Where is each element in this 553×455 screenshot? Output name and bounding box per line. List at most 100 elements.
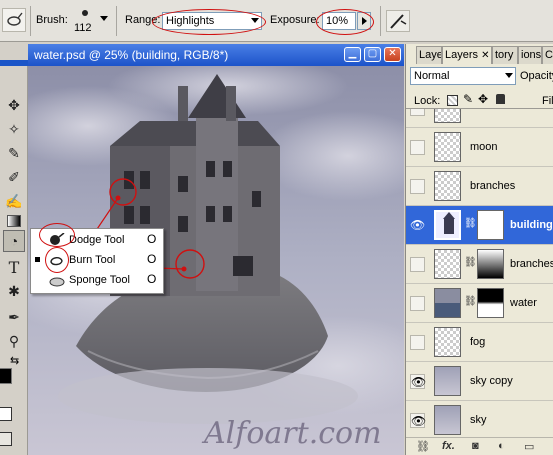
selected-marker bbox=[35, 257, 40, 262]
gradient-tool-icon[interactable] bbox=[3, 210, 25, 232]
eye-icon[interactable]: 👁 bbox=[410, 374, 426, 389]
tab-actions[interactable]: ions bbox=[518, 46, 542, 64]
quick-mask-icon[interactable] bbox=[0, 407, 12, 421]
document-titlebar: water.psd @ 25% (building, RGB/8*) ▁ ▢ ✕ bbox=[28, 44, 404, 66]
annotation-ellipse bbox=[45, 247, 69, 273]
airbrush-icon[interactable] bbox=[386, 10, 410, 32]
eyedropper-icon[interactable]: ✒ bbox=[3, 306, 25, 328]
history-brush-icon[interactable]: ✍ bbox=[3, 190, 25, 212]
layer-thumbnail bbox=[434, 366, 461, 396]
layers-list: moon branches 👁 ⛓ building ⛓ branches ⛓ … bbox=[406, 108, 553, 437]
flyout-label: Dodge Tool bbox=[69, 234, 125, 246]
eye-icon[interactable]: 👁 bbox=[410, 413, 426, 428]
tool-preset-icon[interactable] bbox=[2, 8, 26, 32]
type-tool-icon[interactable]: T bbox=[3, 256, 25, 278]
layer-mask-thumbnail[interactable] bbox=[477, 210, 504, 240]
mask-icon[interactable]: ◙ bbox=[472, 440, 479, 452]
layer-thumbnail bbox=[434, 249, 461, 279]
layer-name: fog bbox=[470, 336, 486, 348]
layer-mask-thumbnail[interactable] bbox=[477, 288, 504, 318]
tools-panel: ✥ ✧ ✎ ✐ ✍ ◔ T ✱ ✒ ⚲ ⇆ bbox=[0, 60, 28, 455]
layer-thumbnail bbox=[434, 171, 461, 201]
layer-row[interactable]: 👁 sky copy bbox=[406, 362, 553, 401]
flyout-shortcut: O bbox=[147, 232, 157, 246]
visibility-toggle[interactable] bbox=[410, 109, 425, 116]
annotation-ellipse bbox=[39, 223, 75, 247]
flyout-label: Sponge Tool bbox=[69, 274, 130, 286]
layer-thumbnail bbox=[434, 132, 461, 162]
foreground-color-swatch[interactable] bbox=[0, 368, 12, 384]
layer-thumbnail bbox=[434, 327, 461, 357]
layer-row[interactable]: branches bbox=[406, 167, 553, 206]
layer-row[interactable]: ⛓ branches bbox=[406, 245, 553, 284]
close-icon[interactable]: ✕ bbox=[481, 50, 489, 61]
close-button[interactable]: ✕ bbox=[384, 47, 401, 62]
layer-name: sky copy bbox=[470, 375, 513, 387]
link-icon[interactable]: ⛓ bbox=[416, 440, 430, 453]
document-title: water.psd @ 25% (building, RGB/8*) bbox=[34, 48, 229, 62]
fx-icon[interactable]: fx. bbox=[442, 440, 455, 452]
layer-row[interactable]: moon bbox=[406, 128, 553, 167]
visibility-toggle[interactable] bbox=[410, 140, 425, 155]
layer-row[interactable]: fog bbox=[406, 323, 553, 362]
link-icon[interactable]: ⛓ bbox=[464, 218, 477, 229]
layer-name: water bbox=[510, 297, 537, 309]
layer-thumbnail bbox=[434, 210, 461, 240]
screen-mode-icon[interactable] bbox=[0, 432, 12, 446]
flyout-item-sponge[interactable]: Sponge Tool O bbox=[31, 271, 163, 290]
layers-panel: Laye Layers ✕ tory ions Char Normal Opac… bbox=[405, 44, 553, 455]
lock-position-icon[interactable]: ✥ bbox=[478, 92, 488, 106]
folder-icon[interactable]: ▭ bbox=[524, 440, 534, 453]
fill-label: Fil bbox=[542, 95, 553, 107]
layer-thumbnail bbox=[434, 109, 461, 123]
layer-row-selected[interactable]: 👁 ⛓ building bbox=[406, 206, 553, 245]
dodge-tool-flyout: Dodge Tool O Burn Tool O Sponge Tool O bbox=[30, 223, 164, 294]
flyout-shortcut: O bbox=[147, 272, 157, 286]
flyout-label: Burn Tool bbox=[69, 254, 116, 266]
chevron-down-icon bbox=[505, 73, 513, 78]
visibility-toggle[interactable] bbox=[410, 179, 425, 194]
layer-row[interactable]: 👁 sky bbox=[406, 401, 553, 437]
lock-transparency-icon[interactable] bbox=[447, 95, 458, 106]
visibility-toggle[interactable] bbox=[410, 335, 425, 350]
healing-brush-icon[interactable]: ✎ bbox=[3, 142, 25, 164]
brush-tool-icon[interactable]: ✐ bbox=[3, 166, 25, 188]
tab-layer-comps[interactable]: Laye bbox=[416, 46, 442, 64]
layer-thumbnail bbox=[434, 288, 461, 318]
layer-name: moon bbox=[470, 141, 498, 153]
visibility-toggle[interactable] bbox=[410, 257, 425, 272]
layers-footer: ⛓ fx. ◙ ◐ ▭ bbox=[406, 437, 553, 455]
sponge-icon bbox=[49, 273, 65, 287]
visibility-toggle[interactable] bbox=[410, 296, 425, 311]
eye-icon[interactable]: 👁 bbox=[410, 218, 425, 233]
layer-row[interactable] bbox=[406, 109, 553, 128]
maximize-button[interactable]: ▢ bbox=[364, 47, 381, 62]
layer-mask-thumbnail[interactable] bbox=[477, 249, 504, 279]
lock-all-icon[interactable] bbox=[496, 94, 505, 104]
opacity-label: Opacity bbox=[520, 70, 553, 82]
move-tool-icon[interactable]: ✥ bbox=[3, 94, 25, 116]
swap-colors-icon[interactable]: ⇆ bbox=[10, 354, 19, 367]
layer-name: branches bbox=[470, 180, 516, 192]
adjustment-icon[interactable]: ◐ bbox=[498, 440, 505, 452]
tab-character[interactable]: Char bbox=[542, 46, 553, 64]
layer-name: sky bbox=[470, 414, 487, 426]
link-icon[interactable]: ⛓ bbox=[464, 296, 477, 307]
annotation-ellipse bbox=[316, 9, 374, 35]
tab-history[interactable]: tory bbox=[492, 46, 518, 64]
lock-pixels-icon[interactable]: ✎ bbox=[463, 92, 473, 106]
tab-layers[interactable]: Layers ✕ bbox=[442, 46, 492, 64]
minimize-button[interactable]: ▁ bbox=[344, 47, 361, 62]
layer-row[interactable]: ⛓ water bbox=[406, 284, 553, 323]
options-bar: Brush: 112 Range: Highlights Exposure: 1… bbox=[0, 0, 553, 42]
dodge-tool-icon[interactable]: ◔ bbox=[3, 230, 25, 252]
layer-thumbnail bbox=[434, 405, 461, 435]
layer-name: building bbox=[510, 219, 553, 231]
link-icon[interactable]: ⛓ bbox=[464, 257, 477, 268]
blend-mode-select[interactable]: Normal bbox=[410, 67, 516, 85]
brush-picker[interactable]: 112 bbox=[70, 4, 110, 38]
custom-shape-icon[interactable]: ✱ bbox=[3, 280, 25, 302]
zoom-tool-icon[interactable]: ⚲ bbox=[3, 330, 25, 352]
magic-wand-icon[interactable]: ✧ bbox=[3, 118, 25, 140]
flyout-shortcut: O bbox=[147, 252, 157, 266]
